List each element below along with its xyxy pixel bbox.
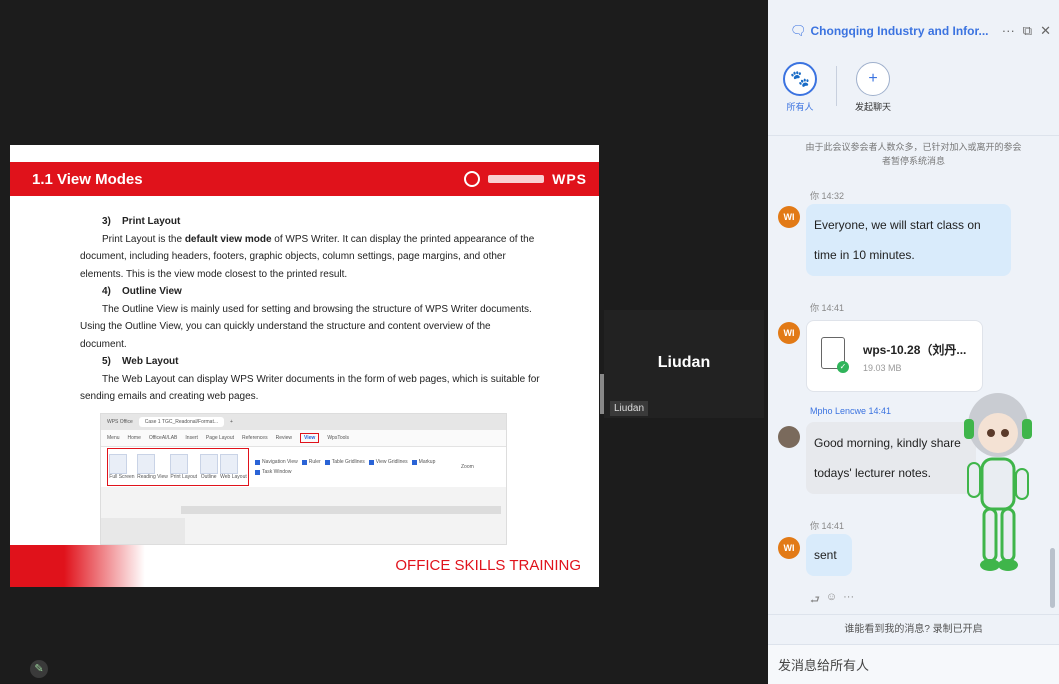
file-name: wps-10.28（刘丹... bbox=[863, 343, 967, 357]
mini-zoom: Zoom bbox=[461, 464, 474, 470]
mini-check: Task Window bbox=[255, 469, 291, 475]
mini-menu-item: Menu bbox=[107, 435, 120, 441]
conversation-list: 🐾 所有人 + 发起聊天 bbox=[776, 62, 897, 113]
mini-ruler bbox=[181, 506, 501, 514]
mascot-sticker bbox=[964, 393, 1032, 571]
mini-check: Ruler bbox=[301, 459, 321, 465]
participant-tile[interactable]: Liudan Liudan bbox=[604, 310, 764, 418]
scrollbar[interactable] bbox=[1050, 548, 1055, 608]
chat-header: 🗨 Chongqing Industry and Infor... ··· ⧉ … bbox=[768, 0, 1059, 62]
emoji-icon[interactable]: ☺ bbox=[826, 591, 837, 610]
mini-ribbon-button: Web Layout bbox=[220, 454, 247, 480]
header-actions: ··· ⧉ ✕ bbox=[1002, 23, 1051, 39]
more-icon[interactable]: ··· bbox=[1002, 23, 1015, 39]
mini-menu-item: Home bbox=[127, 435, 141, 441]
section-text: Print Layout is the default view mode of… bbox=[80, 233, 535, 280]
popout-icon[interactable]: ⧉ bbox=[1023, 23, 1032, 39]
mini-menu-item: Page Layout bbox=[205, 435, 235, 441]
mini-app-name: WPS Office bbox=[107, 419, 133, 425]
mini-menu-item: Review bbox=[275, 435, 292, 441]
section-heading: 4) Outline View bbox=[102, 286, 182, 297]
mini-doc-tab: Case 1 TGC_Readonal/Format... bbox=[138, 417, 225, 427]
section-heading: 3) Print Layout bbox=[102, 216, 181, 227]
university-wordmark bbox=[488, 175, 545, 183]
mini-tabbar: WPS Office Case 1 TGC_Readonal/Format...… bbox=[101, 414, 506, 430]
message-meta: 你 14:41 bbox=[810, 303, 845, 313]
section-text: The Outline View is mainly used for sett… bbox=[80, 303, 532, 350]
convo-new-chat[interactable]: + 发起聊天 bbox=[849, 62, 897, 113]
message-actions: ⮐ ☺ ··· bbox=[810, 591, 854, 610]
convo-label: 发起聊天 bbox=[854, 102, 891, 112]
wps-logo: WPS bbox=[552, 171, 587, 187]
paw-icon: 🐾 bbox=[783, 62, 817, 96]
footer-red-band bbox=[10, 545, 145, 587]
mini-ribbon: Full Screen Reading View Print Layout Ou… bbox=[101, 447, 506, 487]
participant-name: Liudan bbox=[657, 354, 711, 371]
mini-menu-item: OfficeAI/LAB bbox=[148, 435, 178, 441]
mini-menu-item: References bbox=[242, 435, 268, 441]
reply-icon[interactable]: ⮐ bbox=[810, 591, 820, 610]
mini-ribbon-button: Full Screen bbox=[109, 454, 135, 480]
mini-ribbon-button: Reading View bbox=[137, 454, 168, 480]
message-bubble[interactable]: sent bbox=[806, 534, 852, 576]
mini-menu-view-highlight: View bbox=[300, 433, 320, 443]
group-name[interactable]: Chongqing Industry and Infor... bbox=[811, 24, 1002, 38]
avatar: WI bbox=[778, 537, 800, 559]
mini-check: Navigation View bbox=[255, 459, 298, 465]
presentation-slide: 1.1 View Modes WPS 3) Print Layout Print… bbox=[10, 145, 599, 587]
slide-header: 1.1 View Modes WPS bbox=[10, 162, 599, 196]
visibility-note[interactable]: 谁能看到我的消息? 录制已开启 bbox=[768, 614, 1059, 645]
slide-title: 1.1 View Modes bbox=[32, 170, 143, 188]
section-text: The Web Layout can display WPS Writer do… bbox=[80, 373, 540, 403]
check-icon: ✓ bbox=[837, 361, 849, 373]
mini-ribbon-button: Outline bbox=[199, 454, 218, 480]
wps-screenshot: WPS Office Case 1 TGC_Readonal/Format...… bbox=[100, 413, 507, 545]
section-heading: 5) Web Layout bbox=[102, 356, 179, 367]
avatar bbox=[778, 426, 800, 448]
convo-label: 所有人 bbox=[786, 102, 814, 112]
mini-page-area bbox=[101, 518, 185, 544]
mini-menu: Menu Home OfficeAI/LAB Insert Page Layou… bbox=[101, 430, 506, 447]
slide-footer: OFFICE SKILLS TRAINING bbox=[10, 545, 599, 587]
message-meta: 你 14:32 bbox=[810, 191, 845, 201]
convo-everyone[interactable]: 🐾 所有人 bbox=[776, 62, 824, 113]
more-icon[interactable]: ··· bbox=[843, 591, 854, 610]
message-bubble[interactable]: Everyone, we will start class on time in… bbox=[806, 204, 1011, 276]
avatar: WI bbox=[778, 206, 800, 228]
message-meta: Mpho Lencwe 14:41 bbox=[810, 406, 892, 416]
mini-check: Markup bbox=[411, 459, 435, 465]
message-meta: 你 14:41 bbox=[810, 521, 845, 531]
mini-checkboxes: Navigation View Ruler Table Gridlines Vi… bbox=[255, 459, 455, 475]
mini-ribbon-button: Print Layout bbox=[170, 454, 197, 480]
footer-text: OFFICE SKILLS TRAINING bbox=[395, 557, 581, 574]
convo-divider bbox=[836, 66, 837, 106]
plus-icon: + bbox=[856, 62, 890, 96]
close-icon[interactable]: ✕ bbox=[1040, 23, 1051, 39]
pencil-icon[interactable]: ✎ bbox=[30, 660, 48, 678]
mini-menu-item: WpsTools bbox=[327, 435, 349, 441]
avatar: WI bbox=[778, 322, 800, 344]
mini-check: View Gridlines bbox=[368, 459, 408, 465]
chat-panel: 🗨 Chongqing Industry and Infor... ··· ⧉ … bbox=[768, 0, 1059, 684]
system-note: 由于此会议参会者人数众多，已针对加入或离开的参会者暂停系统消息 bbox=[805, 142, 1022, 166]
university-seal-icon bbox=[464, 171, 481, 187]
compose-area bbox=[768, 644, 1059, 684]
mini-check: Table Gridlines bbox=[324, 459, 365, 465]
mini-menu-item: Insert bbox=[185, 435, 198, 441]
chat-icon: 🗨 bbox=[790, 23, 807, 38]
mini-view-group-highlight: Full Screen Reading View Print Layout Ou… bbox=[107, 448, 249, 486]
file-size: 19.03 MB bbox=[863, 363, 902, 373]
message-input[interactable] bbox=[776, 653, 1050, 677]
slide-body: 3) Print Layout Print Layout is the defa… bbox=[80, 213, 540, 406]
slide-logos: WPS bbox=[464, 171, 587, 187]
file-card[interactable]: ✓ wps-10.28（刘丹... 19.03 MB bbox=[806, 320, 983, 392]
participant-label: Liudan bbox=[610, 401, 649, 416]
mini-add-tab-icon: + bbox=[230, 419, 233, 425]
